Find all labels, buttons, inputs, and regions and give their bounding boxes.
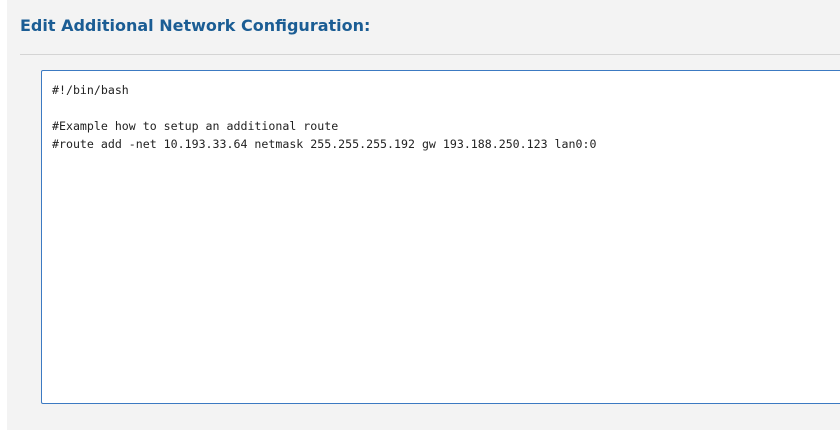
network-config-text[interactable]: #!/bin/bash #Example how to setup an add… xyxy=(42,71,840,163)
panel-title: Edit Additional Network Configuration: xyxy=(20,16,371,35)
network-config-panel: Edit Additional Network Configuration: #… xyxy=(7,0,840,430)
network-config-textarea[interactable]: #!/bin/bash #Example how to setup an add… xyxy=(41,70,840,404)
title-divider xyxy=(20,54,840,55)
